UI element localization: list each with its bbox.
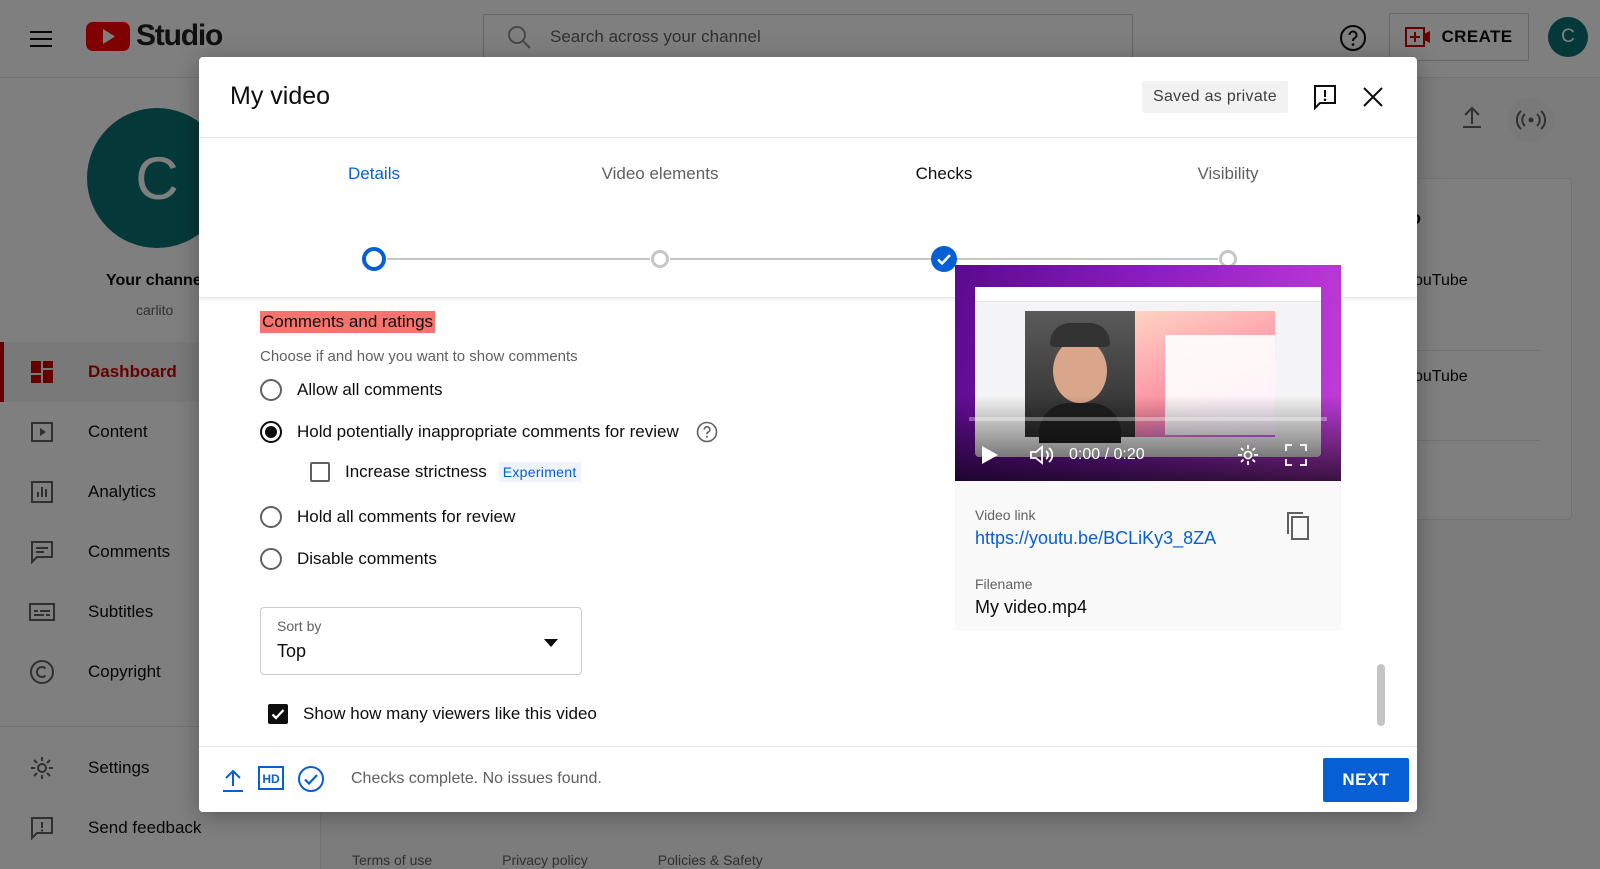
step-todo-node-icon (650, 249, 670, 269)
step-done-check-icon (931, 246, 957, 272)
dialog-footer: HD Checks complete. No issues found. NEX… (199, 746, 1417, 812)
sort-by-label: Sort by (277, 618, 322, 634)
video-info: Video link https://youtu.be/BCLiKy3_8ZA … (975, 507, 1216, 618)
dialog-header: My video Saved as private (199, 57, 1417, 138)
video-progress-bar[interactable] (969, 417, 1327, 421)
step-current-node-icon (361, 246, 387, 272)
report-issue-icon[interactable] (1312, 84, 1338, 110)
experiment-badge: Experiment (498, 462, 581, 482)
hd-icon: HD (258, 766, 284, 790)
sort-by-value: Top (277, 641, 307, 661)
video-player[interactable]: 0:00 / 0:20 (955, 265, 1341, 481)
upload-dialog: My video Saved as private Details Video … (199, 57, 1417, 812)
settings-gear-icon[interactable] (1237, 444, 1259, 466)
video-link-label: Video link (975, 507, 1036, 523)
radio-button-selected[interactable] (260, 421, 282, 443)
comments-section-title: Comments and ratings (260, 311, 436, 333)
video-preview-panel: 0:00 / 0:20 Video link https://youtu.be/… (955, 265, 1341, 631)
video-thumbnail-face (1053, 339, 1107, 403)
saved-status-badge: Saved as private (1142, 81, 1288, 113)
step-label: Video elements (601, 164, 719, 183)
next-button[interactable]: NEXT (1323, 758, 1409, 802)
checkbox-checked[interactable] (268, 704, 288, 724)
checkbox-label: Show how many viewers like this video (303, 704, 597, 723)
video-thumbnail-cap (1050, 323, 1110, 347)
radio-button[interactable] (260, 379, 282, 401)
checkbox-show-likes[interactable]: Show how many viewers like this video (268, 704, 597, 724)
radio-hold-all-comments[interactable]: Hold all comments for review (260, 506, 515, 528)
volume-icon[interactable] (1029, 444, 1055, 466)
checks-status-text: Checks complete. No issues found. (351, 770, 602, 787)
sort-by-dropdown[interactable]: Sort by Top (260, 607, 582, 675)
svg-text:HD: HD (262, 772, 280, 786)
checks-complete-icon (298, 766, 324, 792)
dialog-title: My video (230, 82, 331, 110)
play-icon[interactable] (981, 445, 999, 465)
checkbox-increase-strictness[interactable]: Increase strictness Experiment (310, 462, 581, 482)
step-label: Checks (915, 164, 973, 183)
caret-down-icon (544, 639, 558, 647)
radio-label: Allow all comments (297, 380, 443, 399)
radio-label: Hold all comments for review (297, 507, 516, 526)
step-label: Details (348, 164, 400, 183)
step-label: Visibility (1197, 164, 1259, 183)
filename-label: Filename (975, 576, 1033, 592)
radio-button[interactable] (260, 548, 282, 570)
video-thumbnail-bar (975, 287, 1321, 302)
radio-allow-all-comments[interactable]: Allow all comments (260, 379, 443, 401)
filename-value: My video.mp4 (975, 597, 1088, 617)
dialog-scrollbar[interactable] (1377, 664, 1385, 726)
upload-status-icon (223, 769, 243, 792)
copy-icon[interactable] (1285, 511, 1311, 541)
checkbox[interactable] (310, 462, 330, 482)
stepper-track (374, 258, 1237, 260)
close-icon[interactable] (1361, 85, 1385, 109)
radio-hold-inappropriate[interactable]: Hold potentially inappropriate comments … (260, 421, 718, 443)
video-link[interactable]: https://youtu.be/BCLiKy3_8ZA (975, 528, 1216, 549)
fullscreen-icon[interactable] (1284, 444, 1307, 466)
radio-label: Hold potentially inappropriate comments … (297, 422, 679, 441)
radio-disable-comments[interactable]: Disable comments (260, 548, 437, 570)
help-icon[interactable] (696, 421, 718, 443)
video-controls: 0:00 / 0:20 (955, 437, 1341, 473)
video-time: 0:00 / 0:20 (1069, 446, 1145, 463)
radio-button[interactable] (260, 506, 282, 528)
check-icon (271, 709, 285, 720)
comments-section-description: Choose if and how you want to show comme… (260, 348, 578, 365)
radio-label: Disable comments (297, 549, 437, 568)
checkbox-label: Increase strictness (345, 462, 487, 481)
